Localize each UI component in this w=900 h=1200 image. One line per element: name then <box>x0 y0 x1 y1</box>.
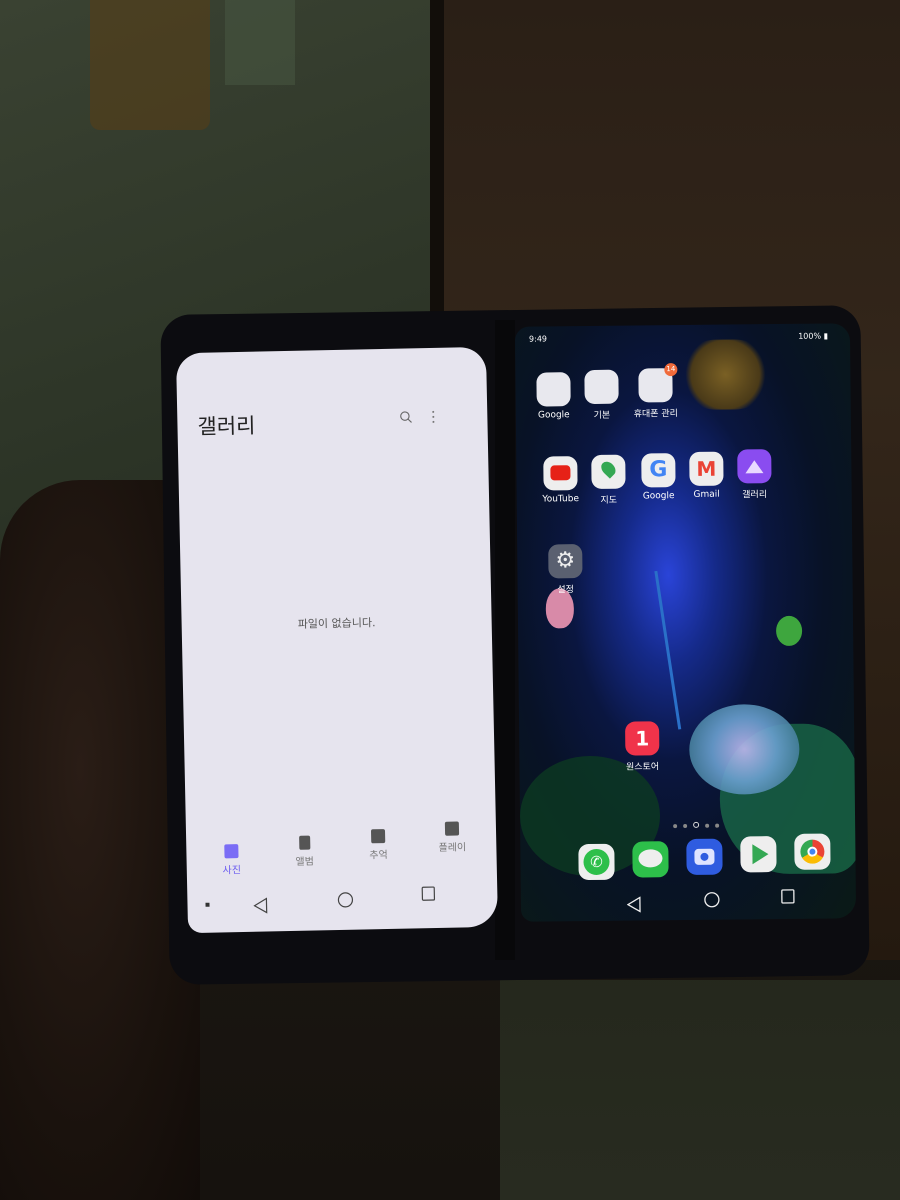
page-dot[interactable] <box>673 824 678 829</box>
search-icon[interactable] <box>399 410 412 423</box>
home-icon[interactable] <box>704 892 720 908</box>
page-dot[interactable] <box>705 823 710 828</box>
page-dot-current[interactable] <box>693 821 700 828</box>
folder-icon: 14 <box>638 363 678 403</box>
floor <box>500 980 900 1200</box>
folder-icon <box>536 372 571 407</box>
album-icon <box>298 835 310 850</box>
tab-albums[interactable]: 앨범 <box>279 835 330 868</box>
gmail-icon: M <box>689 451 724 486</box>
recents-icon[interactable] <box>421 886 436 902</box>
wallpaper-bud-green <box>775 615 803 647</box>
tab-memories[interactable]: 추억 <box>353 829 404 862</box>
app-gmail[interactable]: M Gmail <box>682 451 731 501</box>
recents-icon[interactable] <box>781 889 795 905</box>
bottom-tabs: 사진 앨범 추억 플레이 <box>201 821 472 878</box>
camera-icon[interactable] <box>686 838 723 876</box>
door-frame <box>430 0 444 320</box>
play-store-icon[interactable] <box>740 836 777 873</box>
app-title: 갤러리 <box>197 413 256 439</box>
phone-icon[interactable]: ✆ <box>578 843 615 881</box>
folder-basic[interactable]: 기본 <box>577 369 626 421</box>
folder-icon <box>584 369 619 405</box>
wallpaper-stem <box>654 570 682 730</box>
app-gallery[interactable]: 갤러리 <box>730 449 779 500</box>
nav-dot <box>205 902 210 907</box>
page-indicator <box>670 813 722 833</box>
back-icon[interactable] <box>626 896 641 913</box>
app-onestore[interactable]: 1 원스토어 <box>615 721 670 773</box>
photo-icon <box>224 844 239 859</box>
folder-google[interactable]: Google <box>529 372 578 421</box>
home-icon[interactable] <box>337 892 354 908</box>
play-film-icon <box>444 821 460 836</box>
back-icon[interactable] <box>253 897 268 914</box>
maps-pin-icon <box>591 454 626 489</box>
dock: ✆ <box>572 833 842 883</box>
right-nav-bar <box>521 888 856 918</box>
tab-play[interactable]: 플레이 <box>427 821 478 854</box>
page-dot[interactable] <box>683 823 688 829</box>
page-dot[interactable] <box>715 823 720 828</box>
app-maps[interactable]: 지도 <box>584 454 633 506</box>
google-icon: G <box>641 453 676 488</box>
gear-icon: ⚙ <box>548 544 583 579</box>
battery-icon: ▮ <box>823 331 829 341</box>
status-time: 9:49 <box>528 334 548 344</box>
wall-frame <box>225 0 295 85</box>
gallery-icon <box>737 449 772 484</box>
wallpaper-pods <box>680 339 771 411</box>
youtube-icon <box>543 456 578 491</box>
hanging-coat <box>90 0 210 130</box>
folder-phone-management[interactable]: 14 휴대폰 관리 <box>625 363 686 420</box>
chrome-icon[interactable] <box>794 833 831 870</box>
app-google[interactable]: G Google <box>634 453 683 502</box>
tab-photos[interactable]: 사진 <box>206 844 257 877</box>
battery-level: 100% ▮ <box>798 331 829 341</box>
right-screen-home: 9:49 100% ▮ Google 기본 14 휴대폰 관리 YouTube … <box>514 323 857 922</box>
empty-state-message: 파일이 없습니다. <box>297 616 376 631</box>
notification-badge: 14 <box>664 363 678 377</box>
memories-icon <box>370 829 386 844</box>
app-settings[interactable]: ⚙ 설정 <box>541 544 590 595</box>
onestore-icon: 1 <box>625 721 660 756</box>
messages-icon[interactable] <box>632 841 669 878</box>
more-vert-icon[interactable] <box>431 410 435 424</box>
left-screen-gallery: 갤러리 파일이 없습니다. 사진 앨범 추억 플레이 <box>175 346 499 934</box>
device-hinge <box>495 320 515 960</box>
app-youtube[interactable]: YouTube <box>536 456 585 505</box>
left-nav-bar <box>187 885 498 921</box>
